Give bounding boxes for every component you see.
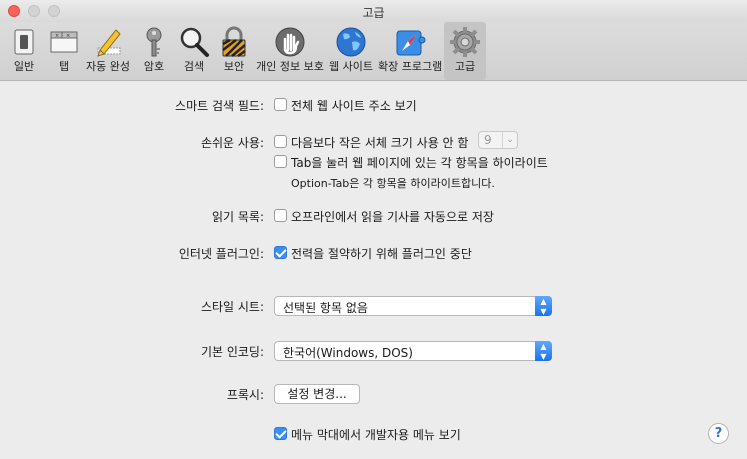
accessibility-label: 손쉬운 사용: [200, 136, 264, 150]
hand-icon [275, 27, 305, 57]
svg-text:×: × [55, 33, 59, 39]
change-proxy-settings-button[interactable]: 설정 변경... [274, 384, 360, 404]
tab-autofill[interactable]: 자동 완성 [84, 22, 132, 80]
style-sheet-popup[interactable]: 선택된 항목 없음 ▲ ▼ [274, 296, 552, 316]
style-sheet-value: 선택된 항목 없음 [283, 301, 368, 315]
full-address-checkbox[interactable] [274, 98, 287, 111]
tabs-window-icon: × × [50, 31, 78, 53]
min-font-size-select[interactable]: 9 ⌄ [478, 131, 518, 149]
up-down-arrows-icon: ▲ ▼ [535, 296, 552, 316]
general-switch-icon [14, 29, 34, 55]
tab-websites[interactable]: 웹 사이트 [326, 22, 376, 80]
svg-text:×: × [66, 33, 70, 39]
key-icon [146, 27, 162, 57]
encoding-value: 한국어(Windows, DOS) [283, 346, 413, 360]
gear-icon [450, 27, 480, 57]
stop-plugins-checkbox[interactable] [274, 246, 287, 259]
encoding-label: 기본 인코딩: [200, 345, 264, 359]
magnifier-icon [180, 27, 209, 57]
reading-list-label: 읽기 목록: [211, 210, 264, 224]
min-font-option: 다음보다 작은 서체 크기 사용 안 함 [291, 136, 469, 150]
window-title: 고급 [362, 6, 385, 20]
tab-security[interactable]: 보안 [214, 22, 254, 80]
plugins-label: 인터넷 플러그인: [178, 247, 264, 261]
preferences-toolbar: 일반 × × 탭 자동 완성 암호 검색 보안 개인 정보 보호 웹 사이트 확… [0, 22, 747, 81]
encoding-popup[interactable]: 한국어(Windows, DOS) ▲ ▼ [274, 341, 552, 361]
style-sheet-label: 스타일 시트: [200, 300, 264, 314]
tab-general[interactable]: 일반 [4, 22, 44, 80]
puzzle-compass-icon [396, 30, 426, 56]
min-font-checkbox[interactable] [274, 135, 287, 148]
tab-privacy[interactable]: 개인 정보 보호 [255, 22, 325, 80]
proxy-label: 프록시: [226, 388, 264, 402]
min-font-size-value: 9 [484, 133, 492, 147]
stop-plugins-option: 전력을 절약하기 위해 플러그인 중단 [291, 247, 472, 261]
up-down-arrows-icon: ▲ ▼ [535, 341, 552, 361]
tab-advanced[interactable]: 고급 [444, 22, 486, 80]
smart-search-label: 스마트 검색 필드: [175, 99, 264, 113]
develop-menu-checkbox[interactable] [274, 427, 287, 440]
tab-highlight-checkbox[interactable] [274, 155, 287, 168]
chevron-down-icon: ⌄ [502, 132, 517, 148]
full-address-option: 전체 웹 사이트 주소 보기 [291, 99, 417, 113]
globe-icon [336, 27, 366, 57]
tab-tabs[interactable]: × × 탭 [44, 22, 84, 80]
help-button[interactable]: ? [708, 423, 729, 444]
option-tab-hint: Option-Tab은 각 항목을 하이라이트합니다. [291, 177, 495, 190]
title-bar: 고급 [0, 0, 747, 22]
pencil-icon [97, 29, 121, 57]
tab-search[interactable]: 검색 [174, 22, 214, 80]
tab-passwords[interactable]: 암호 [134, 22, 174, 80]
padlock-icon [222, 26, 246, 58]
save-offline-option: 오프라인에서 읽을 기사를 자동으로 저장 [291, 210, 494, 224]
save-offline-checkbox[interactable] [274, 209, 287, 222]
tab-extensions[interactable]: 확장 프로그램 [378, 22, 442, 80]
develop-menu-option: 메뉴 막대에서 개발자용 메뉴 보기 [291, 428, 461, 442]
tab-highlight-option: Tab을 눌러 웹 페이지에 있는 각 항목을 하이라이트 [291, 156, 548, 170]
